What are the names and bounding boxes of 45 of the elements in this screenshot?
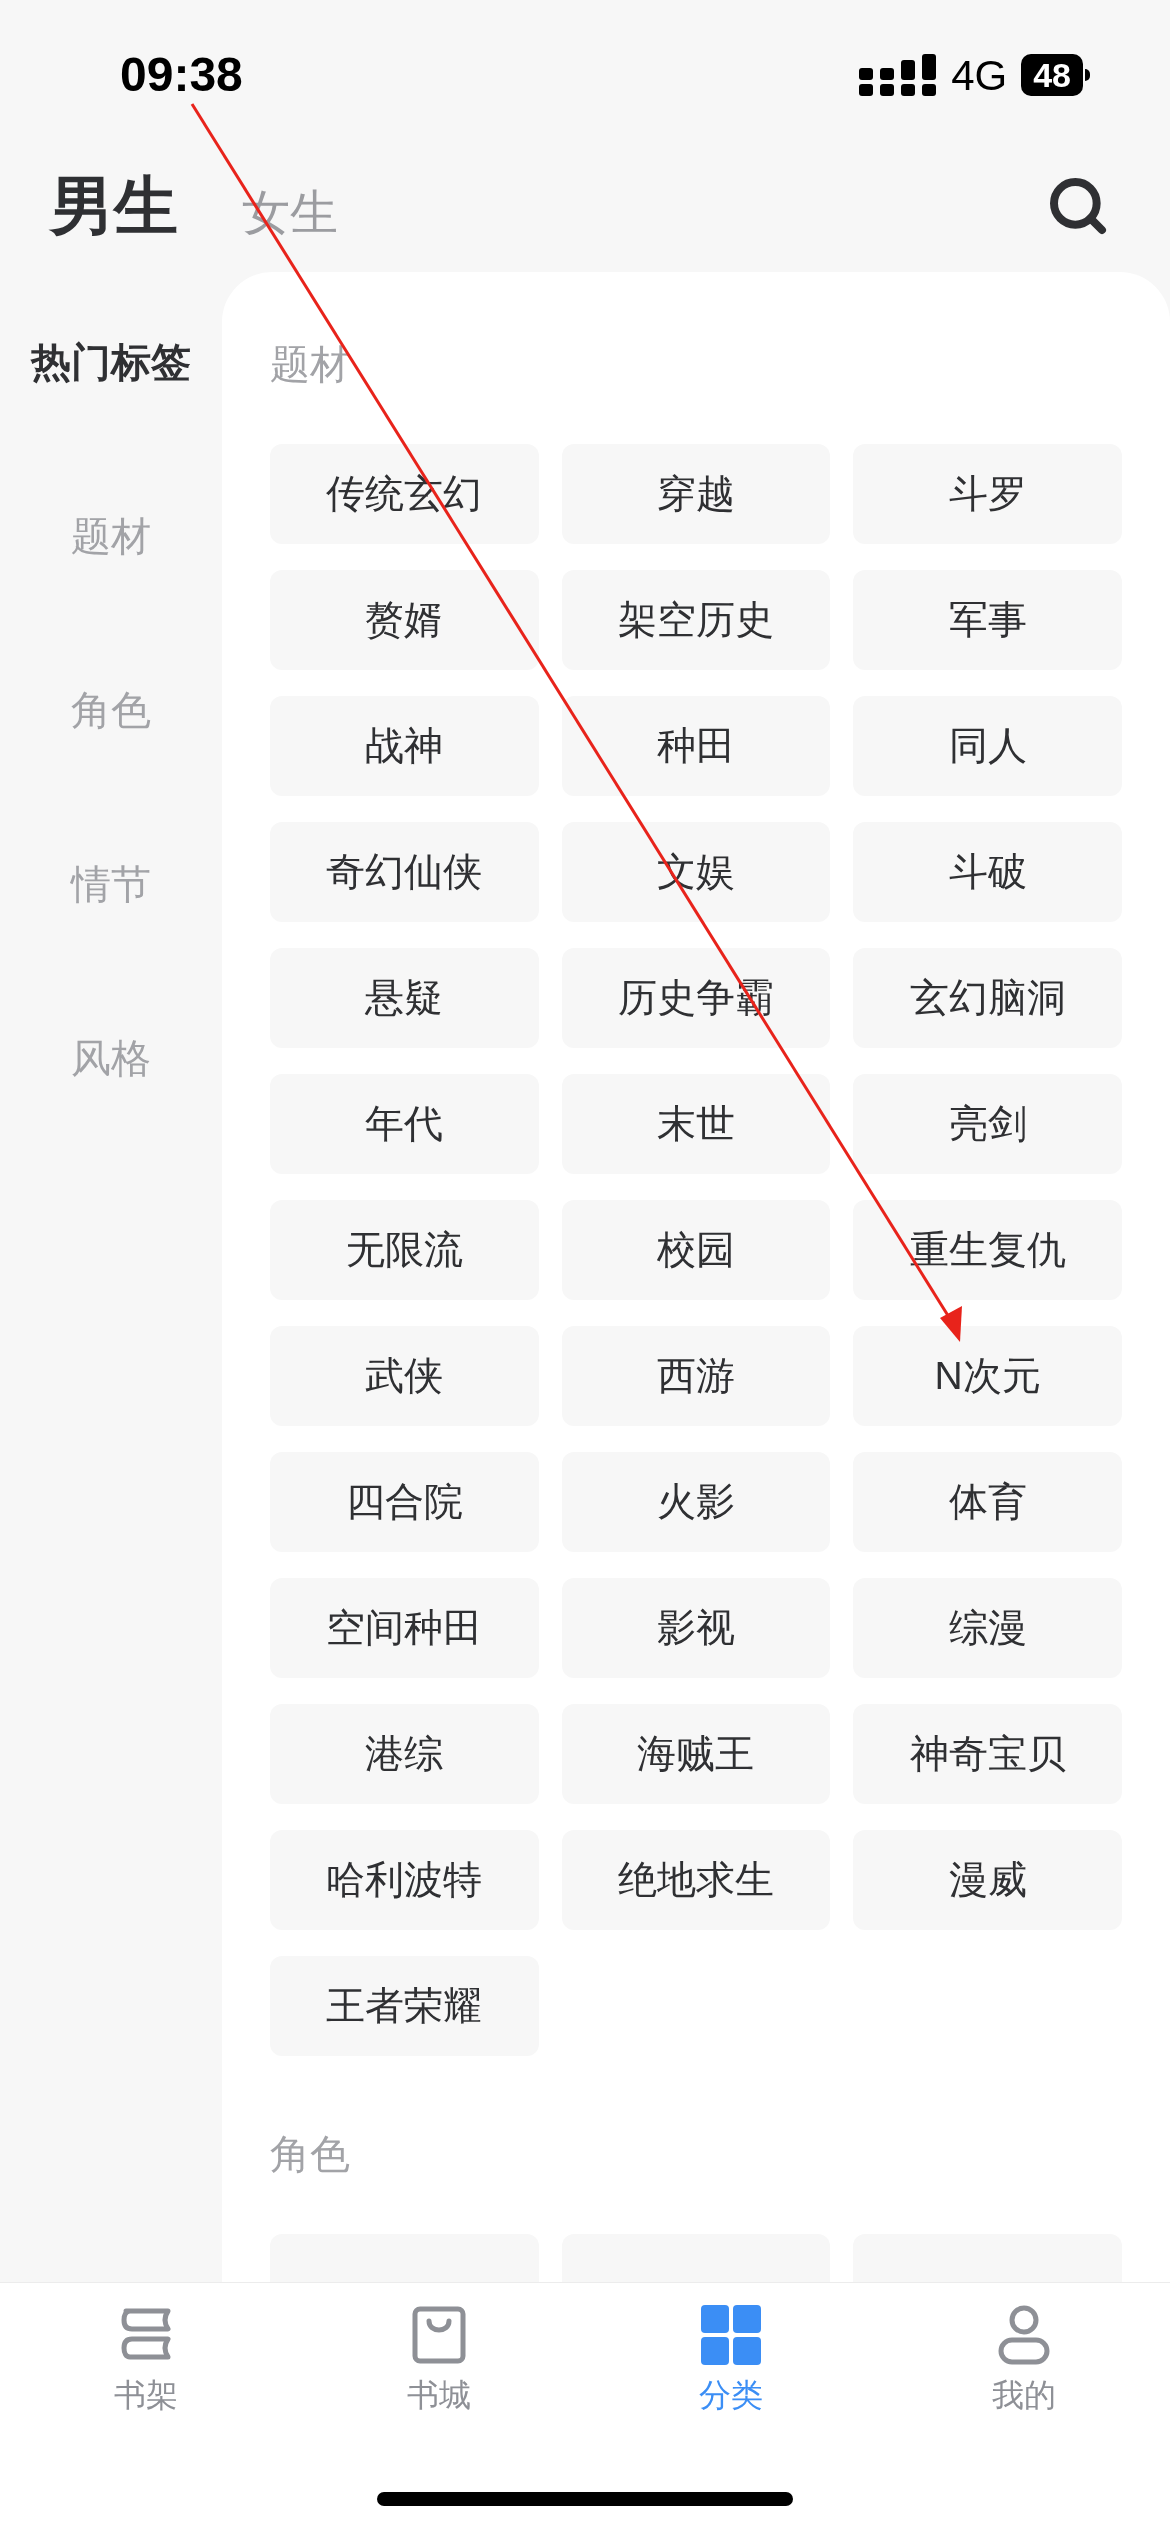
tag-chip[interactable]: 赘婿: [270, 570, 539, 670]
tag-chip[interactable]: 影视: [561, 1578, 831, 1678]
status-time: 09:38: [120, 47, 243, 103]
tag-chip[interactable]: 西游: [561, 1326, 831, 1426]
gender-tab[interactable]: 男生: [50, 158, 178, 254]
tag-chip[interactable]: 年代: [270, 1074, 539, 1174]
tag-chip[interactable]: 空间种田: [270, 1578, 539, 1678]
tag-chip[interactable]: 武侠: [270, 1326, 539, 1426]
tag-chip[interactable]: 校园: [561, 1200, 831, 1300]
tag-chip[interactable]: 军事: [853, 570, 1122, 670]
shopping-bag-icon: [410, 2305, 467, 2365]
tag-chip[interactable]: 玄幻脑洞: [853, 948, 1122, 1048]
user-icon: [997, 2305, 1050, 2365]
tag-chip[interactable]: 港综: [270, 1704, 539, 1804]
tag-chip[interactable]: 末世: [561, 1074, 831, 1174]
tag-chip[interactable]: 同人: [853, 696, 1122, 796]
tag-chip[interactable]: 漫威: [853, 1830, 1122, 1930]
sidebar-item[interactable]: 热门标签: [31, 332, 191, 506]
grid-icon: [701, 2305, 762, 2365]
tag-chip[interactable]: 斗罗: [853, 444, 1122, 544]
network-label: 4G: [951, 50, 1008, 101]
tag-chip[interactable]: 种田: [561, 696, 831, 796]
tag-chip[interactable]: 王者荣耀: [270, 1956, 539, 2056]
section-title: 角色: [270, 2131, 351, 2178]
tag-chip[interactable]: 战神: [270, 696, 539, 796]
tag-chip[interactable]: 无限流: [270, 1200, 539, 1300]
tag-chip[interactable]: 哈利波特: [270, 1830, 539, 1930]
tag-chip[interactable]: 综漫: [853, 1578, 1122, 1678]
section-title: 题材: [270, 341, 351, 388]
tag-chip[interactable]: 奇幻仙侠: [270, 822, 539, 922]
tag-chip[interactable]: 海贼王: [561, 1704, 831, 1804]
tag-chip[interactable]: 火影: [561, 1452, 831, 1552]
tag-chip[interactable]: 绝地求生: [561, 1830, 831, 1930]
tag-chip[interactable]: 亮剑: [853, 1074, 1122, 1174]
battery-indicator: 48: [1021, 54, 1090, 96]
tag-chip[interactable]: 架空历史: [561, 570, 831, 670]
tag-chip[interactable]: 重生复仇: [853, 1200, 1122, 1300]
tag-chip[interactable]: 斗破: [853, 822, 1122, 922]
tag-chip[interactable]: 悬疑: [270, 948, 539, 1048]
tag-chip[interactable]: 体育: [853, 1452, 1122, 1552]
tag-chip[interactable]: 神奇宝贝: [853, 1704, 1122, 1804]
tag-chip[interactable]: 四合院: [270, 1452, 539, 1552]
tag-chip[interactable]: N次元: [853, 1326, 1122, 1426]
signal-icon: [859, 54, 938, 96]
tag-chip[interactable]: 穿越: [561, 444, 831, 544]
